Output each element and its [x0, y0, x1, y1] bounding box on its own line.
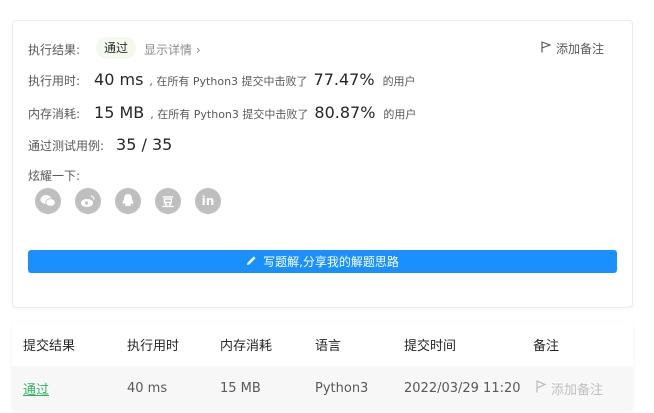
tests-row: 通过测试用例: 35 / 35	[28, 135, 172, 154]
header-memory: 内存消耗	[220, 339, 273, 354]
table-header: 提交结果 执行用时 内存消耗 语言 提交时间 备注	[12, 323, 633, 366]
show-details-link[interactable]: 显示详情 ›	[144, 41, 201, 58]
row-result-link[interactable]: 通过	[23, 366, 49, 410]
douban-icon[interactable]: 豆	[155, 188, 181, 214]
weibo-icon[interactable]	[75, 188, 101, 214]
memory-row: 内存消耗: 15 MB , 在所有 Python3 提交中击败了 80.87% …	[28, 103, 416, 122]
memory-value: 15 MB	[94, 103, 145, 122]
row-add-note-label: 添加备注	[551, 382, 604, 398]
flag-icon	[541, 41, 552, 56]
memory-label: 内存消耗:	[28, 107, 81, 121]
runtime-tail: 的用户	[382, 75, 416, 88]
header-time: 提交时间	[404, 339, 457, 354]
write-solution-button[interactable]: 写题解,分享我的解题思路	[28, 250, 617, 273]
runtime-label: 执行用时:	[28, 74, 81, 88]
header-language: 语言	[315, 339, 342, 354]
row-language: Python3	[315, 380, 369, 396]
qq-icon[interactable]	[115, 188, 141, 214]
submission-table: 提交结果 执行用时 内存消耗 语言 提交时间 备注 通过 40 ms 15 MB…	[12, 323, 633, 410]
row-time: 2022/03/29 11:20	[404, 380, 521, 396]
row-add-note-button[interactable]: 添加备注	[536, 366, 603, 410]
status-badge: 通过	[96, 37, 137, 59]
add-note-label: 添加备注	[556, 42, 605, 56]
table-row: 通过 40 ms 15 MB Python3 2022/03/29 11:20 …	[12, 366, 633, 410]
runtime-percent: 77.47%	[313, 70, 375, 89]
write-solution-label: 写题解,分享我的解题思路	[263, 255, 399, 269]
linkedin-icon[interactable]: in	[195, 188, 221, 214]
pencil-icon	[246, 255, 257, 269]
header-result: 提交结果	[23, 339, 76, 354]
memory-percent: 80.87%	[314, 103, 376, 122]
runtime-beat-text: , 在所有 Python3 提交中击败了	[149, 75, 308, 88]
memory-beat-text: , 在所有 Python3 提交中击败了	[150, 108, 309, 121]
tests-label: 通过测试用例:	[28, 139, 105, 153]
runtime-value: 40 ms	[94, 70, 144, 89]
flag-icon	[536, 379, 547, 397]
runtime-row: 执行用时: 40 ms , 在所有 Python3 提交中击败了 77.47% …	[28, 70, 416, 89]
share-icons: 豆 in	[35, 188, 221, 214]
row-runtime: 40 ms	[127, 380, 168, 396]
share-label: 炫耀一下:	[28, 169, 81, 183]
add-note-button[interactable]: 添加备注	[541, 40, 604, 57]
tests-value: 35 / 35	[116, 135, 173, 154]
header-runtime: 执行用时	[127, 339, 180, 354]
header-note: 备注	[533, 339, 560, 354]
wechat-icon[interactable]	[35, 188, 61, 214]
memory-tail: 的用户	[383, 108, 417, 121]
result-label: 执行结果:	[28, 43, 81, 57]
row-memory: 15 MB	[220, 380, 261, 396]
